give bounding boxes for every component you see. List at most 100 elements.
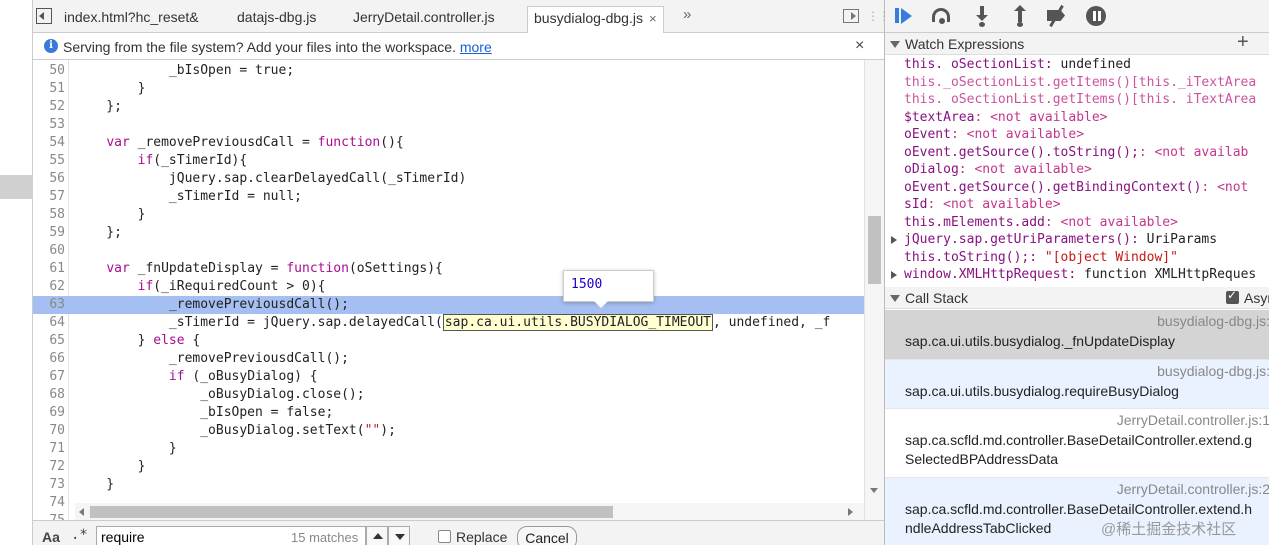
code-line[interactable]: 71 } — [33, 440, 864, 458]
code-line[interactable]: 64 _sTimerId = jQuery.sap.delayedCall(sa… — [33, 314, 864, 332]
code-line[interactable]: 52 }; — [33, 98, 864, 116]
code-line[interactable]: 66 _removePreviousdCall(); — [33, 350, 864, 368]
watch-expressions-header[interactable]: Watch Expressions + — [885, 31, 1269, 55]
code-line[interactable]: 62 if(_iRequiredCount > 0){ — [33, 278, 864, 296]
watch-item[interactable]: window.XMLHttpRequest: function XMLHttpR… — [885, 266, 1269, 284]
code-line[interactable]: 56 jQuery.sap.clearDelayedCall(_sTimerId… — [33, 170, 864, 188]
line-number[interactable]: 72 — [33, 458, 65, 476]
line-number[interactable]: 51 — [33, 80, 65, 98]
line-number[interactable]: 71 — [33, 440, 65, 458]
line-number[interactable]: 74 — [33, 494, 65, 512]
hovered-expression[interactable]: sap.ca.ui.utils.BUSYDIALOG_TIMEOUT — [442, 314, 713, 331]
watch-item[interactable]: oEvent: <not available> — [885, 126, 1269, 144]
code-line[interactable]: 61 var _fnUpdateDisplay = function(oSett… — [33, 260, 864, 278]
tab-jerrydetail[interactable]: JerryDetail.controller.js — [347, 6, 501, 33]
code-line[interactable]: 51 } — [33, 80, 864, 98]
code-line[interactable]: 60 — [33, 242, 864, 260]
code-line[interactable]: 72 } — [33, 458, 864, 476]
line-number[interactable]: 68 — [33, 386, 65, 404]
replace-checkbox[interactable] — [438, 530, 451, 543]
code-editor[interactable]: 50 _bIsOpen = true; 51 } 52 }; 53 54 var _re… — [33, 60, 864, 520]
frame-location[interactable]: busydialog-dbg.js: — [1157, 313, 1269, 329]
code-line[interactable]: 65 } else { — [33, 332, 864, 350]
code-line[interactable]: 50 _bIsOpen = true; — [33, 62, 864, 80]
tab-datajs[interactable]: datajs-dbg.js — [231, 6, 322, 33]
line-number[interactable]: 56 — [33, 170, 65, 188]
editor-vertical-scrollbar[interactable] — [864, 60, 884, 520]
code-line[interactable]: 73 } — [33, 476, 864, 494]
code-line[interactable]: 59 }; — [33, 224, 864, 242]
line-number[interactable]: 59 — [33, 224, 65, 242]
line-number[interactable]: 55 — [33, 152, 65, 170]
line-number[interactable]: 61 — [33, 260, 65, 278]
tab-close-icon[interactable]: × — [649, 11, 657, 26]
frame-location[interactable]: JerryDetail.controller.js:1 — [1117, 412, 1269, 428]
call-stack-header[interactable]: Call Stack Asyn — [885, 287, 1269, 309]
step-into-icon[interactable] — [971, 5, 993, 27]
line-number[interactable]: 50 — [33, 62, 65, 80]
watch-item[interactable]: $textArea: <not available> — [885, 109, 1269, 127]
watch-item[interactable]: this. oSectionList.getItems()[this. iTex… — [885, 91, 1269, 109]
line-number[interactable]: 75 — [33, 512, 65, 520]
resume-icon[interactable] — [894, 5, 916, 27]
navigator-toggle-icon[interactable] — [36, 8, 52, 24]
expand-triangle-icon[interactable] — [891, 271, 897, 279]
line-number[interactable]: 66 — [33, 350, 65, 368]
line-number[interactable]: 53 — [33, 116, 65, 134]
code-line[interactable]: 54 var _removePreviousdCall = function()… — [33, 134, 864, 152]
async-checkbox[interactable] — [1226, 288, 1239, 304]
call-frame[interactable]: busydialog-dbg.js: sap.ca.ui.utils.busydi… — [885, 310, 1269, 360]
line-number[interactable]: 63 — [33, 296, 65, 314]
line-number[interactable]: 54 — [33, 134, 65, 152]
line-number[interactable]: 73 — [33, 476, 65, 494]
watch-item[interactable]: sId: <not available> — [885, 196, 1269, 214]
watch-item[interactable]: this._oSectionList.getItems()[this._iTex… — [885, 74, 1269, 92]
frame-location[interactable]: JerryDetail.controller.js:2 — [1117, 481, 1269, 497]
more-tabs-icon[interactable]: » — [683, 6, 691, 23]
watch-item[interactable]: this.mElements.add: <not available> — [885, 214, 1269, 232]
step-out-icon[interactable] — [1009, 5, 1031, 27]
editor-horizontal-scrollbar[interactable] — [75, 503, 864, 520]
watch-item[interactable]: this.toString();: "[object Window]" — [885, 249, 1269, 267]
code-line[interactable]: 69 _bIsOpen = false; — [33, 404, 864, 422]
tab-index-html[interactable]: index.html?hc_reset& — [58, 6, 205, 33]
infobar-more-link[interactable]: more — [460, 39, 492, 55]
scrollbar-thumb[interactable] — [90, 506, 613, 518]
add-watch-icon[interactable]: + — [1237, 31, 1249, 54]
line-number[interactable]: 65 — [33, 332, 65, 350]
frame-location[interactable]: busydialog-dbg.js: — [1157, 363, 1269, 379]
line-number[interactable]: 70 — [33, 422, 65, 440]
code-line[interactable]: 70 _oBusyDialog.setText(""); — [33, 422, 864, 440]
search-cancel-button[interactable]: Cancel — [517, 526, 577, 545]
scroll-down-icon[interactable] — [870, 488, 878, 493]
line-number[interactable]: 64 — [33, 314, 65, 332]
code-line[interactable]: 58 } — [33, 206, 864, 224]
line-number[interactable]: 62 — [33, 278, 65, 296]
search-prev-button[interactable] — [366, 526, 388, 545]
pause-on-exceptions-icon[interactable] — [1085, 5, 1107, 27]
code-line[interactable]: 53 — [33, 116, 864, 134]
scroll-right-icon[interactable] — [848, 508, 853, 516]
call-frame[interactable]: JerryDetail.controller.js:1 sap.ca.scfld.… — [885, 409, 1269, 478]
watch-item[interactable]: oEvent.getSource().getBindingContext(): … — [885, 179, 1269, 197]
line-number[interactable]: 69 — [33, 404, 65, 422]
search-next-button[interactable] — [388, 526, 410, 545]
expand-triangle-icon[interactable] — [891, 236, 897, 244]
regex-toggle[interactable]: .* — [71, 527, 88, 543]
code-line[interactable]: 67 if (_oBusyDialog) { — [33, 368, 864, 386]
tab-busydialog[interactable]: busydialog-dbg.js × — [527, 6, 664, 33]
watch-item[interactable]: oDialog: <not available> — [885, 161, 1269, 179]
line-number[interactable]: 52 — [33, 98, 65, 116]
deactivate-breakpoints-icon[interactable] — [1045, 4, 1067, 28]
watch-item[interactable]: oEvent.getSource().toString();: <not ava… — [885, 144, 1269, 162]
line-number[interactable]: 60 — [33, 242, 65, 260]
line-number[interactable]: 57 — [33, 188, 65, 206]
code-line[interactable]: 57 _sTimerId = null; — [33, 188, 864, 206]
match-case-toggle[interactable]: Aa — [42, 529, 60, 545]
watch-item[interactable]: jQuery.sap.getUriParameters(): UriParams — [885, 231, 1269, 249]
scroll-left-icon[interactable] — [79, 508, 84, 516]
infobar-close-icon[interactable]: × — [855, 37, 864, 55]
code-line[interactable]: 63 _removePreviousdCall(); — [33, 296, 864, 314]
code-line[interactable]: 55 if(_sTimerId){ — [33, 152, 864, 170]
debugger-toggle-icon[interactable] — [843, 9, 859, 23]
